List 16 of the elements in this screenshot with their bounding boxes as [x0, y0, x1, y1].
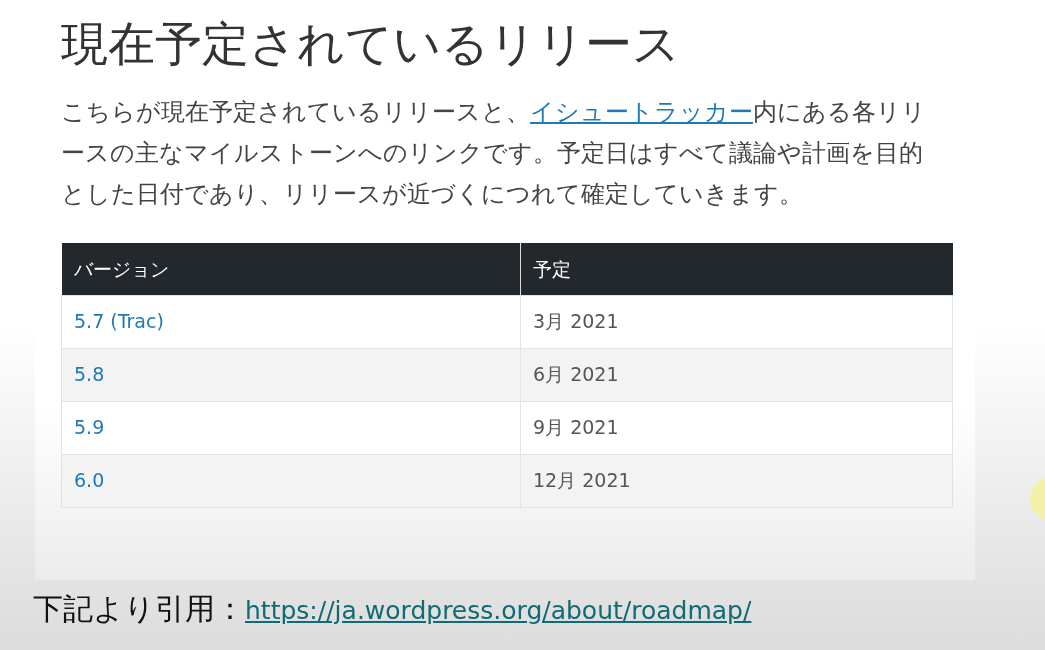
issue-tracker-link[interactable]: イシュートラッカー [530, 98, 753, 126]
source-label: 下記より引用： [33, 590, 245, 628]
date-cell: 6月 2021 [520, 348, 953, 401]
page-heading: 現在予定されているリリース [61, 15, 680, 73]
date-cell: 9月 2021 [520, 401, 953, 454]
trac-link[interactable]: (Trac) [110, 310, 164, 333]
version-text[interactable]: 5.7 [74, 310, 105, 333]
column-header: 予定 [520, 243, 953, 295]
date-cell: 12月 2021 [520, 454, 953, 507]
version-text: 5.8 [74, 363, 105, 386]
version-text: 6.0 [74, 469, 105, 492]
source-link[interactable]: https://ja.wordpress.org/about/roadmap/ [245, 592, 752, 630]
date-cell: 3月 2021 [520, 295, 953, 348]
version-text: 5.9 [74, 416, 105, 439]
column-header: バージョン [61, 243, 521, 295]
intro-paragraph: こちらが現在予定されているリリースと、イシュートラッカー内にある各リリースの主なマイルストーンへのリンクです。予定日はすべて議論や計画を目的とした日付であり、リリースが近づくにつれて確定していきます。 [61, 97, 927, 210]
